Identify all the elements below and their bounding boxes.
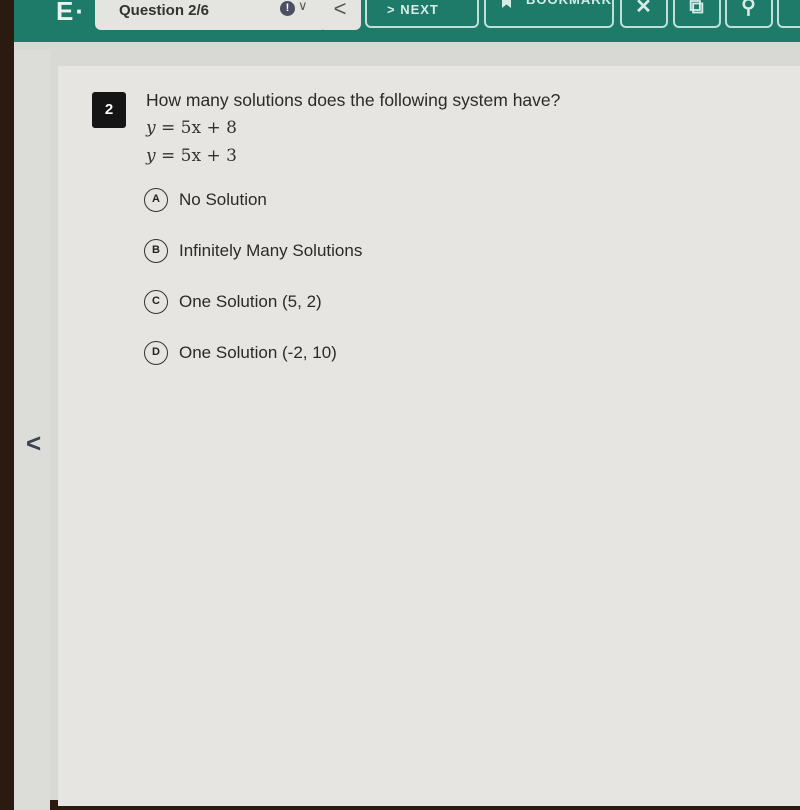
close-icon: ✕ <box>635 0 653 18</box>
answer-option-b[interactable]: B Infinitely Many Solutions <box>144 239 362 263</box>
previous-button[interactable]: < <box>319 0 361 30</box>
export-button[interactable]: ⧉ <box>673 0 721 28</box>
equation-rhs: = 5x + 3 <box>161 146 237 166</box>
equation-lhs: y <box>146 118 156 138</box>
flag-icon: ! <box>280 1 295 16</box>
option-text: Infinitely Many Solutions <box>179 241 363 260</box>
question-number-badge: 2 <box>92 92 126 128</box>
bookmark-button[interactable]: BOOKMARK <box>484 0 614 28</box>
export-icon: ⧉ <box>689 0 705 18</box>
question-selector-label: Question 2/6 <box>119 2 210 19</box>
question-prompt: How many solutions does the following sy… <box>146 90 561 110</box>
equation-1: y = 5x + 8 <box>146 118 237 138</box>
chevron-down-icon: ∨ <box>298 0 308 13</box>
search-button[interactable]: ⚲ <box>725 0 773 28</box>
option-text: One Solution (-2, 10) <box>179 343 337 362</box>
top-toolbar: E· Question 2/6 ! ∨ < > NEXT BOOKMARK ✕ … <box>14 0 800 42</box>
search-icon: ⚲ <box>741 0 757 18</box>
option-letter-badge: B <box>144 239 168 263</box>
equation-2: y = 5x + 3 <box>146 146 237 166</box>
answer-option-c[interactable]: C One Solution (5, 2) <box>144 290 322 314</box>
question-selector[interactable]: Question 2/6 ! ∨ <box>95 0 327 30</box>
option-letter-badge: D <box>144 341 168 365</box>
app-logo: E· <box>56 0 86 26</box>
next-button[interactable]: > NEXT <box>365 0 479 28</box>
option-letter-badge: C <box>144 290 168 314</box>
equation-lhs: y <box>146 146 156 166</box>
question-card <box>58 66 800 806</box>
more-button[interactable] <box>777 0 800 28</box>
bookmark-button-label: BOOKMARK <box>526 0 612 7</box>
option-letter-badge: A <box>144 188 168 212</box>
answer-option-d[interactable]: D One Solution (-2, 10) <box>144 341 337 365</box>
bookmark-icon <box>502 0 511 8</box>
close-button[interactable]: ✕ <box>620 0 668 28</box>
option-text: One Solution (5, 2) <box>179 292 322 311</box>
equation-rhs: = 5x + 8 <box>161 118 237 138</box>
screen: E· Question 2/6 ! ∨ < > NEXT BOOKMARK ✕ … <box>14 0 800 810</box>
answer-option-a[interactable]: A No Solution <box>144 188 267 212</box>
option-text: No Solution <box>179 190 267 209</box>
back-arrow-icon[interactable]: < <box>26 428 41 459</box>
next-button-label: > NEXT <box>387 2 439 17</box>
